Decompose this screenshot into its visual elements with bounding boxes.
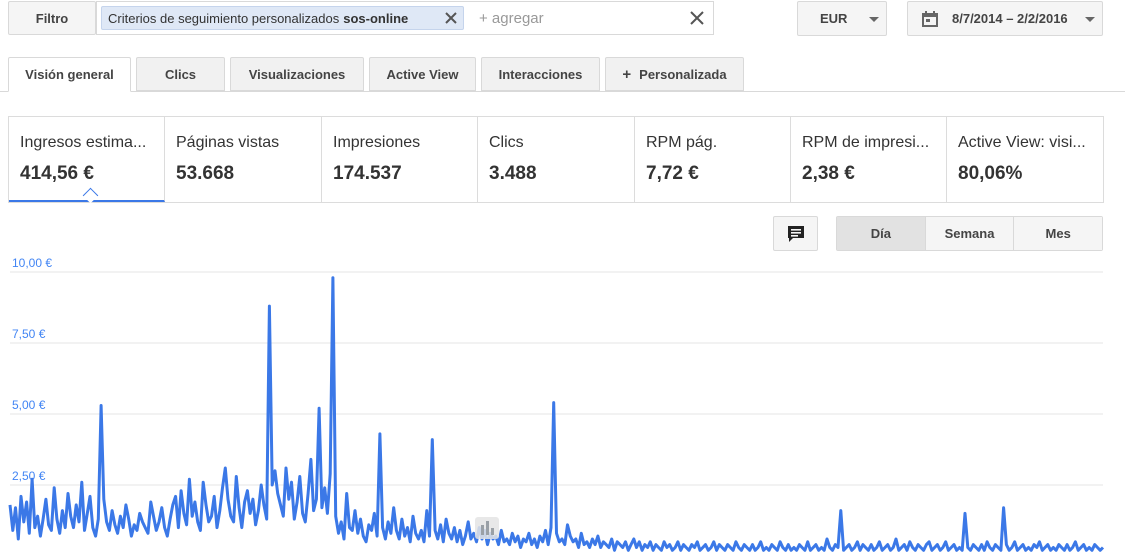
tab-active-view[interactable]: Active View: [369, 57, 476, 91]
metric-label: Ingresos estima...: [20, 134, 147, 151]
metric-value: 3.488: [489, 163, 537, 184]
metric-rpm-pag[interactable]: RPM pág. 7,72 €: [635, 117, 791, 202]
tab-interacciones[interactable]: Interacciones: [481, 57, 600, 91]
tab-vision-general[interactable]: Visión general: [8, 57, 131, 92]
metric-label: RPM de impresi...: [802, 134, 930, 151]
metric-label: Páginas vistas: [176, 134, 280, 151]
metric-value: 7,72 €: [646, 163, 699, 184]
annotations-button[interactable]: [773, 216, 818, 251]
metric-value: 53.668: [176, 163, 235, 184]
tab-label: Interacciones: [498, 66, 583, 82]
filter-chip-value: sos-online: [343, 10, 409, 26]
granularity-mes[interactable]: Mes: [1014, 217, 1103, 250]
revenue-line-chart: 2,50 € 5,00 € 7,50 € 10,00 €: [8, 256, 1105, 552]
tab-label: Clics: [164, 66, 197, 82]
metric-label: Clics: [489, 134, 524, 151]
metric-paginas-vistas[interactable]: Páginas vistas 53.668: [165, 117, 322, 202]
clear-filter-icon[interactable]: [689, 10, 705, 26]
tabs-divider: [0, 91, 1125, 92]
metric-value: 80,06%: [958, 163, 1023, 184]
tab-label: Visión general: [25, 67, 114, 82]
currency-value: EUR: [820, 11, 848, 26]
caret-down-icon: [869, 17, 879, 22]
tab-personalizada[interactable]: + Personalizada: [605, 57, 744, 91]
granularity-selector: Día Semana Mes: [836, 216, 1103, 251]
bar-chart-icon[interactable]: [475, 517, 499, 539]
metric-value: 174.537: [333, 163, 402, 184]
metric-value: 2,38 €: [802, 163, 855, 184]
metric-label: Active View: visi...: [958, 134, 1086, 151]
tab-visualizaciones[interactable]: Visualizaciones: [230, 57, 364, 91]
date-range-label: 8/7/2014 – 2/2/2016: [952, 11, 1068, 26]
metric-ingresos[interactable]: Ingresos estima... 414,56 €: [9, 117, 165, 204]
caret-down-icon: [1085, 17, 1095, 22]
date-range-picker[interactable]: 8/7/2014 – 2/2/2016: [907, 1, 1103, 36]
metric-value: 414,56 €: [20, 163, 94, 184]
plus-icon: +: [622, 65, 632, 83]
granularity-dia[interactable]: Día: [837, 217, 926, 250]
filter-input-box[interactable]: Criterios de seguimiento personalizados …: [96, 1, 714, 35]
filter-button[interactable]: Filtro: [8, 1, 96, 35]
tab-label: Active View: [386, 66, 459, 82]
metric-active-view[interactable]: Active View: visi... 80,06%: [947, 117, 1103, 202]
tab-label: Visualizaciones: [248, 66, 346, 82]
granularity-semana[interactable]: Semana: [925, 217, 1015, 250]
metric-impresiones[interactable]: Impresiones 174.537: [322, 117, 478, 202]
selected-notch: [82, 187, 99, 204]
y-tick-label: 7,50 €: [12, 327, 46, 341]
y-tick-label: 2,50 €: [12, 469, 46, 483]
metrics-scorecard: Ingresos estima... 414,56 € Páginas vist…: [8, 116, 1104, 204]
filter-chip[interactable]: Criterios de seguimiento personalizados …: [101, 6, 464, 30]
y-tick-label: 10,00 €: [12, 256, 52, 270]
add-filter-input[interactable]: + agregar: [479, 10, 544, 27]
close-icon[interactable]: [443, 8, 459, 28]
comment-icon: [787, 225, 804, 242]
tab-label: Personalizada: [639, 66, 727, 82]
y-tick-label: 5,00 €: [12, 398, 46, 412]
metric-label: Impresiones: [333, 134, 421, 151]
currency-dropdown[interactable]: EUR: [797, 1, 887, 36]
calendar-icon: [922, 11, 938, 27]
filter-chip-label: Criterios de seguimiento personalizados: [108, 10, 340, 26]
metric-clics[interactable]: Clics 3.488: [478, 117, 635, 202]
tab-clics[interactable]: Clics: [136, 57, 225, 91]
metric-label: RPM pág.: [646, 134, 718, 151]
metric-rpm-impresiones[interactable]: RPM de impresi... 2,38 €: [791, 117, 947, 202]
